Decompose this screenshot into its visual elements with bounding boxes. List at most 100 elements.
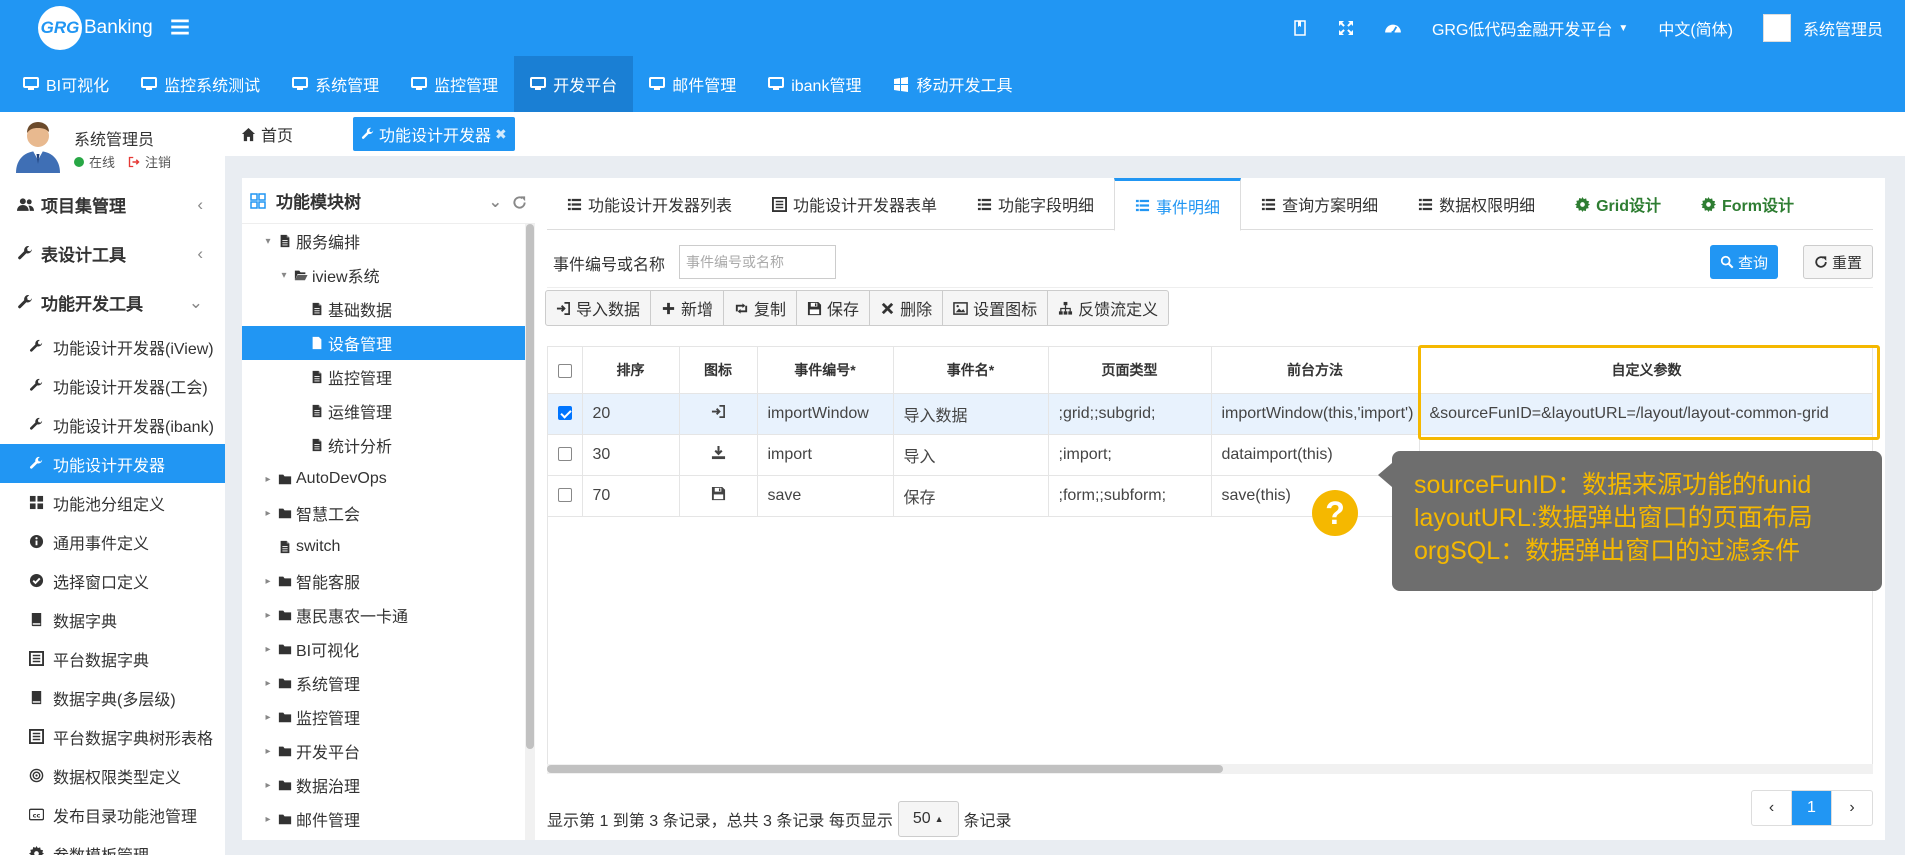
hamburger-menu-icon[interactable] — [170, 17, 190, 37]
tree-toggle-icon[interactable]: ▾ — [278, 270, 290, 281]
tree-node[interactable]: switch — [242, 530, 535, 564]
row-checkbox[interactable] — [557, 447, 572, 462]
tab-home[interactable]: 首页 — [241, 122, 293, 146]
tree-toggle-icon[interactable]: ▸ — [262, 712, 274, 723]
app-logo[interactable]: GRG Banking — [38, 6, 153, 50]
tree-toggle-icon[interactable]: ▸ — [262, 814, 274, 825]
close-tab-icon[interactable]: ✖ — [495, 126, 507, 143]
nav-item[interactable]: 监控管理 — [395, 56, 514, 112]
sidebar-item[interactable]: 功能设计开发器(工会) — [0, 366, 225, 405]
grid-horizontal-scrollbar[interactable] — [547, 764, 1873, 774]
tab-current[interactable]: 功能设计开发器 ✖ — [353, 117, 515, 151]
tree-node[interactable]: ▸ 惠民惠农一卡通 — [242, 598, 535, 632]
sidebar-group[interactable]: 功能开发工具 ⌄ — [0, 278, 225, 327]
dashboard-icon[interactable] — [1384, 19, 1402, 37]
tree-node[interactable]: 设备管理 — [242, 326, 535, 360]
tree-node[interactable]: ▸ 系统管理 — [242, 666, 535, 700]
tree-toggle-icon[interactable]: ▸ — [262, 780, 274, 791]
tree-node[interactable]: ▸ AutoDevOps — [242, 462, 535, 496]
tree-toggle-icon[interactable]: ▸ — [262, 678, 274, 689]
select-all-cell[interactable] — [548, 347, 583, 394]
tree-node[interactable]: 监控管理 — [242, 360, 535, 394]
row-checkbox[interactable] — [557, 406, 572, 421]
toolbar-button[interactable]: 导入数据 — [546, 291, 652, 325]
tree-node[interactable]: ▸ 邮件管理 — [242, 802, 535, 836]
cell-name[interactable]: 导入数据 — [893, 393, 1049, 435]
tree-toggle-icon[interactable]: ▸ — [262, 610, 274, 621]
cell-method[interactable]: importWindow(this,'import') — [1211, 393, 1420, 435]
sidebar-item[interactable]: 平台数据字典 — [0, 639, 225, 678]
toolbar-button[interactable]: 复制 — [724, 291, 798, 325]
tree-node[interactable]: ▸ 数据治理 — [242, 768, 535, 802]
nav-item[interactable]: 邮件管理 — [633, 56, 752, 112]
prev-page-button[interactable]: ‹ — [1752, 791, 1792, 825]
tree-node[interactable]: ▸ 智能客服 — [242, 564, 535, 598]
tree-scrollbar[interactable] — [525, 224, 535, 840]
tree-toggle-icon[interactable]: ▸ — [262, 746, 274, 757]
column-header[interactable]: 自定义参数 — [1419, 347, 1872, 394]
event-search-input[interactable] — [679, 245, 836, 279]
tree-node[interactable]: ▾ iview系统 — [242, 258, 535, 292]
tree-toggle-icon[interactable]: ▸ — [262, 576, 274, 587]
cell-icon[interactable] — [679, 393, 758, 435]
nav-item[interactable]: 监控系统测试 — [125, 56, 276, 112]
cell-page-type[interactable]: ;form;;subform; — [1048, 475, 1212, 517]
sidebar-item[interactable]: 平台数据字典树形表格 — [0, 717, 225, 756]
bookmark-icon[interactable] — [1292, 20, 1308, 36]
sidebar-item[interactable]: 通用事件定义 — [0, 522, 225, 561]
sidebar-group[interactable]: 表设计工具 ‹ — [0, 229, 225, 278]
cell-page-type[interactable]: ;grid;;subgrid; — [1048, 393, 1212, 435]
cell-icon[interactable] — [679, 434, 758, 476]
collapse-chevron-icon[interactable]: ⌄ — [489, 192, 502, 212]
page-size-select[interactable]: 50 ▲ — [897, 801, 959, 837]
select-all-checkbox[interactable] — [557, 363, 572, 378]
detail-tab[interactable]: 功能设计开发器表单 — [752, 178, 957, 230]
sidebar-item[interactable]: 参数模板管理 — [0, 834, 225, 855]
table-row[interactable]: 20 importWindow 导入数据 ;grid;;subgrid; importW… — [548, 393, 1872, 435]
detail-tab[interactable]: 事件明细 — [1114, 178, 1242, 231]
sidebar-item[interactable]: 发布目录功能池管理 — [0, 795, 225, 834]
tree-toggle-icon[interactable]: ▸ — [262, 644, 274, 655]
tree-node[interactable]: ▸ 开发平台 — [242, 734, 535, 768]
column-header[interactable]: 页面类型 — [1048, 347, 1212, 394]
nav-item[interactable]: 移动开发工具 — [877, 56, 1028, 112]
detail-tab[interactable]: 数据权限明细 — [1398, 178, 1555, 230]
row-checkbox[interactable] — [557, 488, 572, 503]
row-select-cell[interactable] — [548, 393, 583, 435]
tree-node[interactable]: ▸ 监控管理 — [242, 700, 535, 734]
logout-link[interactable]: 注销 — [145, 152, 171, 171]
next-page-button[interactable]: › — [1832, 791, 1872, 825]
row-select-cell[interactable] — [548, 475, 583, 517]
cell-page-type[interactable]: ;import; — [1048, 434, 1212, 476]
page-1-button[interactable]: 1 — [1792, 791, 1832, 825]
nav-item[interactable]: BI可视化 — [7, 56, 125, 112]
grid-scrollbar-thumb[interactable] — [547, 765, 1223, 773]
sidebar-item[interactable]: 数据字典(多层级) — [0, 678, 225, 717]
sidebar-item[interactable]: 选择窗口定义 — [0, 561, 225, 600]
sidebar-item[interactable]: 数据权限类型定义 — [0, 756, 225, 795]
tree-node[interactable]: 运维管理 — [242, 394, 535, 428]
platform-dropdown[interactable]: GRG低代码金融开发平台 ▼ — [1432, 16, 1628, 40]
toolbar-button[interactable]: 保存 — [797, 291, 871, 325]
sidebar-group[interactable]: 项目集管理 ‹ — [0, 180, 225, 229]
nav-item[interactable]: 开发平台 — [514, 56, 634, 112]
cell-name[interactable]: 导入 — [893, 434, 1049, 476]
search-button[interactable]: 查询 — [1710, 245, 1779, 279]
cell-order[interactable]: 70 — [582, 475, 680, 517]
signout-icon[interactable] — [128, 156, 140, 168]
cell-code[interactable]: save — [757, 475, 894, 517]
tree-scrollbar-thumb[interactable] — [526, 224, 534, 749]
sidebar-item[interactable]: 功能池分组定义 — [0, 483, 225, 522]
tree-toggle-icon[interactable]: ▸ — [262, 508, 274, 519]
cell-params[interactable]: &sourceFunID=&layoutURL=/layout/layout-c… — [1419, 393, 1872, 435]
nav-item[interactable]: ibank管理 — [752, 56, 877, 112]
tree-toggle-icon[interactable]: ▾ — [262, 236, 274, 247]
cell-order[interactable]: 20 — [582, 393, 680, 435]
toolbar-button[interactable]: 新增 — [651, 291, 725, 325]
toolbar-button[interactable]: 设置图标 — [943, 291, 1049, 325]
reset-button[interactable]: 重置 — [1803, 245, 1873, 279]
fullscreen-icon[interactable] — [1338, 20, 1354, 36]
column-header[interactable]: 事件名* — [893, 347, 1049, 394]
detail-tab[interactable]: Form设计 — [1681, 178, 1814, 230]
column-header[interactable]: 排序 — [582, 347, 680, 394]
